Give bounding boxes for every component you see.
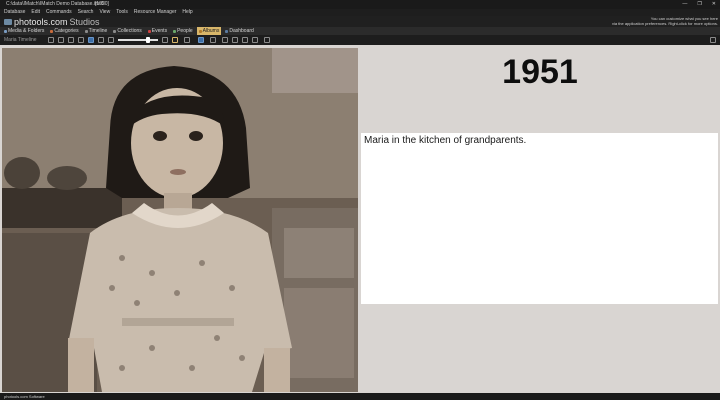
- menu-tools[interactable]: Tools: [116, 9, 128, 16]
- window-badge: [1920]: [95, 1, 109, 7]
- tab-timeline[interactable]: Timeline: [83, 27, 110, 35]
- zoom-slider-handle[interactable]: [146, 37, 150, 43]
- list-icon[interactable]: [222, 37, 228, 43]
- grid-icon[interactable]: [98, 37, 104, 43]
- person-icon: [173, 29, 177, 33]
- tab-media-folders[interactable]: Media & Folders: [2, 27, 46, 35]
- minimize-button[interactable]: —: [682, 0, 687, 9]
- menu-view[interactable]: View: [99, 9, 110, 16]
- rotate-right-icon[interactable]: [58, 37, 64, 43]
- status-text: photools.com Software: [4, 394, 45, 399]
- tab-collections[interactable]: Collections: [111, 27, 143, 35]
- caption-panel: Maria in the kitchen of grandparents.: [361, 133, 718, 304]
- dashboard-icon: [225, 29, 229, 33]
- zoom-slider[interactable]: [118, 37, 158, 43]
- tab-label: Media & Folders: [8, 28, 45, 34]
- brand-bar: photools.com Studios You can customize w…: [0, 16, 720, 27]
- view-tabs: Media & Folders Categories Timeline Coll…: [0, 27, 720, 35]
- zoom-out-icon[interactable]: [108, 37, 114, 43]
- slide-caption: Maria in the kitchen of grandparents.: [364, 135, 527, 146]
- layout-icon[interactable]: [88, 37, 94, 43]
- tab-label: Timeline: [88, 28, 108, 34]
- edit-icon[interactable]: [242, 37, 248, 43]
- tab-label: Dashboard: [229, 28, 254, 34]
- status-bar: photools.com Software: [0, 393, 720, 400]
- tab-dashboard[interactable]: Dashboard: [223, 27, 255, 35]
- tab-label: Albums: [202, 28, 220, 34]
- panel-icon[interactable]: [710, 37, 716, 43]
- split-view-icon[interactable]: [198, 37, 204, 43]
- title-bar: C:\data\IMatch\IMatch Demo Database.imd5…: [0, 0, 720, 9]
- compare-icon[interactable]: [252, 37, 258, 43]
- viewer-toolbar: Maria Timeline: [0, 35, 720, 45]
- window-title: C:\data\IMatch\IMatch Demo Database.imd5: [6, 1, 105, 7]
- tab-label: Events: [151, 28, 168, 34]
- tab-events[interactable]: Events: [146, 27, 169, 35]
- category-icon: [50, 29, 54, 33]
- tab-people[interactable]: People: [171, 27, 195, 35]
- menu-resource-manager[interactable]: Resource Manager: [134, 9, 177, 16]
- menu-commands[interactable]: Commands: [46, 9, 72, 16]
- timeline-icon: [84, 29, 88, 33]
- menu-database[interactable]: Database: [4, 9, 25, 16]
- slide-year: 1951: [502, 53, 578, 91]
- event-icon: [147, 29, 151, 33]
- photo-image: [2, 48, 358, 392]
- hint-line-2: via the application preferences. Right-c…: [611, 21, 718, 26]
- maximize-button[interactable]: ❐: [697, 0, 701, 9]
- menu-search[interactable]: Search: [78, 9, 94, 16]
- tab-label: Categories: [54, 28, 79, 34]
- album-viewer: 1951 Maria in the kitchen of grandparent…: [0, 45, 720, 393]
- tab-label: Collections: [117, 28, 142, 34]
- menu-help[interactable]: Help: [182, 9, 192, 16]
- menu-bar: Database Edit Commands Search View Tools…: [0, 9, 720, 16]
- tab-categories[interactable]: Categories: [48, 27, 80, 35]
- camera-icon: [4, 18, 12, 25]
- album-icon: [198, 29, 202, 33]
- album-photo: [2, 48, 358, 392]
- tab-label: People: [177, 28, 193, 34]
- refresh-icon[interactable]: [68, 37, 74, 43]
- brand-name: photools.com: [14, 16, 68, 27]
- settings-icon[interactable]: [78, 37, 84, 43]
- customize-hint: You can customize what you see here via …: [612, 16, 718, 26]
- fit-icon[interactable]: [172, 37, 178, 43]
- timeline-name: Maria Timeline: [4, 37, 37, 43]
- folder-icon: [4, 29, 7, 33]
- brand-suffix: Studios: [69, 16, 100, 27]
- menu-edit[interactable]: Edit: [31, 9, 40, 16]
- filmstrip-icon[interactable]: [232, 37, 238, 43]
- collection-icon: [113, 29, 117, 33]
- crosshair-icon[interactable]: [184, 37, 190, 43]
- brand-logo: photools.com Studios: [4, 16, 100, 27]
- info-icon[interactable]: [210, 37, 216, 43]
- zoom-in-icon[interactable]: [162, 37, 168, 43]
- print-icon[interactable]: [264, 37, 270, 43]
- close-button[interactable]: ✕: [712, 0, 716, 9]
- rotate-left-icon[interactable]: [48, 37, 54, 43]
- tab-albums[interactable]: Albums: [196, 27, 222, 35]
